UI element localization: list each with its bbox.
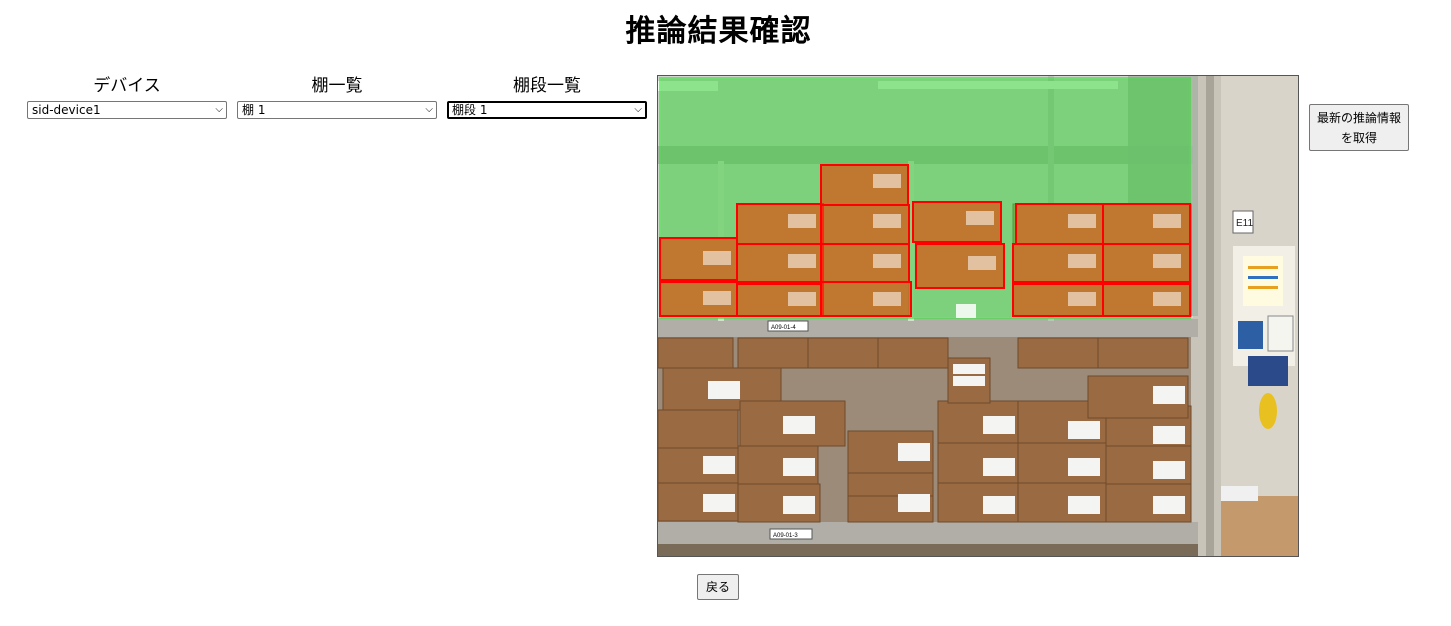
shelf-label: 棚一覧 xyxy=(311,76,363,96)
shelf-selector-group: 棚一覧 棚 1 ⌵ xyxy=(237,74,437,119)
tier-select-value: 棚段 1 xyxy=(452,103,488,117)
shelf-label-upper: A09-01-4 xyxy=(771,325,796,331)
device-select[interactable]: sid-device1 ⌵ xyxy=(27,101,227,119)
shelf-select[interactable]: 棚 1 ⌵ xyxy=(237,101,437,119)
shelf-select-value: 棚 1 xyxy=(242,103,266,117)
chevron-down-icon: ⌵ xyxy=(215,104,223,115)
device-label: デバイス xyxy=(93,76,161,96)
tier-select[interactable]: 棚段 1 ⌵ xyxy=(447,101,647,119)
chevron-down-icon: ⌵ xyxy=(425,104,433,115)
shelf-label-lower: A09-01-3 xyxy=(773,533,798,539)
tier-label: 棚段一覧 xyxy=(513,76,581,96)
device-select-value: sid-device1 xyxy=(32,103,101,117)
refresh-inference-button[interactable]: 最新の推論情報を取得 xyxy=(1309,104,1409,151)
page-title: 推論結果確認 xyxy=(625,14,812,49)
back-button[interactable]: 戻る xyxy=(697,574,739,600)
device-selector-group: デバイス sid-device1 ⌵ xyxy=(27,74,227,119)
chevron-down-icon: ⌵ xyxy=(634,104,642,115)
warehouse-shelf-photo: E11 A09-01-4 A09-01-3 xyxy=(658,76,1298,556)
inference-result-image: E11 A09-01-4 A09-01-3 xyxy=(657,75,1299,557)
tier-selector-group: 棚段一覧 棚段 1 ⌵ xyxy=(447,74,647,119)
sign-text: E11 xyxy=(1236,218,1253,229)
